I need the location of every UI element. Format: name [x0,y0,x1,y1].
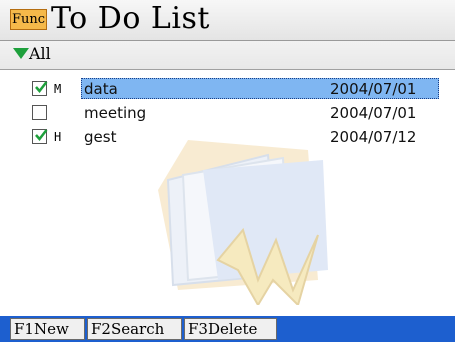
title-bar: Func To Do List [0,0,455,41]
func-button[interactable]: Func [10,9,47,30]
page-title: To Do List [51,1,210,36]
task-checkbox-1[interactable] [32,81,48,96]
task-priority-1: M [54,82,62,96]
task-priority-3: H [54,130,62,144]
task-date-3: 2004/07/12 [330,128,417,146]
filter-label[interactable]: All [29,44,51,64]
checkmark-icon [35,129,48,141]
folder-logo-watermark-icon [158,140,328,305]
f2-search-button[interactable]: F2Search [87,318,182,340]
task-row-3[interactable]: H gest 2004/07/12 [0,126,455,148]
task-name-1[interactable]: data [84,80,118,98]
task-row-1[interactable]: M data 2004/07/01 [0,78,455,100]
task-date-1: 2004/07/01 [330,80,417,98]
task-row-2[interactable]: meeting 2004/07/01 [0,102,455,124]
task-checkbox-2[interactable] [32,105,47,120]
function-key-bar: F1New F2Search F3Delete [0,316,455,342]
triangle-down-icon[interactable] [13,48,29,59]
task-list: M data 2004/07/01 meeting 2004/07/01 H g… [0,70,455,316]
task-name-2[interactable]: meeting [84,104,146,122]
task-name-3[interactable]: gest [84,128,116,146]
f1-new-button[interactable]: F1New [10,318,85,340]
checkmark-icon [35,81,48,93]
f3-delete-button[interactable]: F3Delete [184,318,277,340]
task-date-2: 2004/07/01 [330,104,417,122]
filter-bar[interactable]: All [0,41,455,70]
task-checkbox-3[interactable] [32,129,48,144]
